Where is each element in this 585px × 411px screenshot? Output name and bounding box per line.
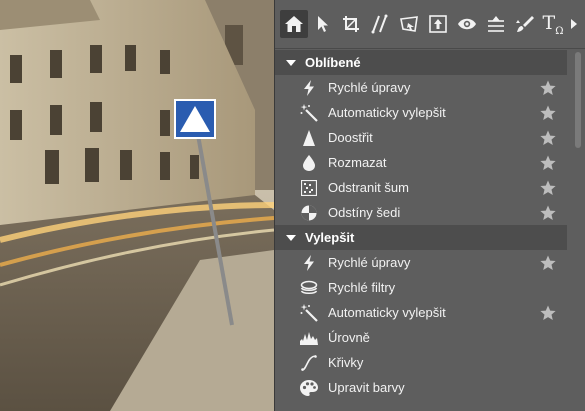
- section-header[interactable]: Vylepšit: [275, 225, 567, 250]
- tool-list-item-label: Odstranit šum: [328, 180, 409, 195]
- text-icon: TΩ: [543, 12, 564, 37]
- tool-list-item-label: Doostřit: [328, 130, 373, 145]
- histogram-icon: [300, 329, 318, 347]
- text-tool-sub-glyph: Ω: [555, 25, 564, 37]
- photo-preview: [0, 0, 274, 411]
- lightning-icon: [300, 79, 318, 97]
- sharpen-triangle-icon: [300, 129, 318, 147]
- section-header[interactable]: Oblíbené: [275, 50, 567, 75]
- tool-list-item-label: Křivky: [328, 355, 364, 370]
- tool-perspective-button[interactable]: [395, 10, 423, 38]
- tool-list-item[interactable]: Automaticky vylepšit: [275, 100, 567, 125]
- tool-list: Oblíbené Rychlé úpravy Automaticky vylepši…: [275, 50, 567, 411]
- tool-list-item[interactable]: Doostřit: [275, 125, 567, 150]
- eye-icon: [457, 17, 477, 31]
- tool-list-item[interactable]: Upravit barvy: [275, 375, 567, 400]
- perspective-icon: [399, 15, 419, 33]
- levels-tool-icon: [486, 15, 506, 33]
- tool-list-item[interactable]: Odstíny šedi: [275, 200, 567, 225]
- tool-crop-button[interactable]: [337, 10, 365, 38]
- palette-icon: [300, 379, 318, 397]
- tool-more-arrow-button[interactable]: [568, 10, 580, 38]
- tool-list-item-label: Rychlé úpravy: [328, 80, 411, 95]
- tool-list-item[interactable]: Rychlé úpravy: [275, 250, 567, 275]
- magic-wand-icon: [300, 303, 318, 322]
- tool-eye-button[interactable]: [453, 10, 481, 38]
- section-title: Vylepšit: [305, 230, 355, 245]
- street-photo-image: [0, 0, 274, 411]
- tool-list-item-label: Automaticky vylepšit: [328, 105, 446, 120]
- tool-list-item[interactable]: Rozmazat: [275, 150, 567, 175]
- scrollbar[interactable]: [575, 52, 581, 407]
- grayscale-circle-icon: [300, 204, 318, 222]
- tool-list-item-label: Automaticky vylepšit: [328, 305, 446, 320]
- resize-icon: [429, 15, 447, 33]
- tool-brush-button[interactable]: [511, 10, 539, 38]
- noise-grid-icon: [300, 179, 318, 197]
- tool-pointer-button[interactable]: [309, 10, 337, 38]
- tool-list-item[interactable]: Automaticky vylepšit: [275, 300, 567, 325]
- star-icon[interactable]: [539, 154, 557, 172]
- tool-list-item[interactable]: Úrovně: [275, 325, 567, 350]
- section-title: Oblíbené: [305, 55, 361, 70]
- tool-straighten-button[interactable]: [365, 10, 393, 38]
- home-icon: [284, 15, 304, 33]
- tool-list-item[interactable]: Rychlé úpravy: [275, 75, 567, 100]
- tool-list-item-label: Rozmazat: [328, 155, 387, 170]
- tool-text-button[interactable]: TΩ: [539, 10, 567, 38]
- star-icon[interactable]: [539, 104, 557, 122]
- chevron-down-icon[interactable]: [279, 59, 303, 67]
- layers-icon: [300, 279, 318, 297]
- star-icon[interactable]: [539, 79, 557, 97]
- blur-drop-icon: [300, 154, 318, 172]
- star-icon[interactable]: [539, 254, 557, 272]
- more-arrow-icon: [570, 18, 578, 30]
- straighten-icon: [370, 14, 388, 34]
- tool-list-item[interactable]: Křivky: [275, 350, 567, 375]
- tools-panel: TΩ Oblíbené Rychlé úpravy Automaticky vyle…: [274, 0, 585, 411]
- star-icon[interactable]: [539, 129, 557, 147]
- tool-resize-button[interactable]: [424, 10, 452, 38]
- tool-list-item-label: Odstíny šedi: [328, 205, 401, 220]
- toolbar: TΩ: [275, 0, 585, 49]
- tool-list-item-label: Upravit barvy: [328, 380, 405, 395]
- scrollbar-thumb[interactable]: [575, 52, 581, 148]
- tool-list-item-label: Úrovně: [328, 330, 370, 345]
- star-icon[interactable]: [539, 304, 557, 322]
- star-icon[interactable]: [539, 204, 557, 222]
- lightning-icon: [300, 254, 318, 272]
- crop-icon: [342, 15, 360, 33]
- tool-home-button[interactable]: [280, 10, 308, 38]
- pointer-icon: [316, 15, 330, 33]
- star-icon[interactable]: [539, 179, 557, 197]
- tool-list-item[interactable]: Odstranit šum: [275, 175, 567, 200]
- magic-wand-icon: [300, 103, 318, 122]
- tool-list-item[interactable]: Rychlé filtry: [275, 275, 567, 300]
- curve-icon: [300, 354, 318, 372]
- tool-list-item-label: Rychlé filtry: [328, 280, 396, 295]
- tool-levels-tool-button[interactable]: [482, 10, 510, 38]
- text-tool-glyph: T: [542, 11, 556, 34]
- tool-list-item-label: Rychlé úpravy: [328, 255, 411, 270]
- chevron-down-icon[interactable]: [279, 234, 303, 242]
- brush-icon: [515, 14, 535, 34]
